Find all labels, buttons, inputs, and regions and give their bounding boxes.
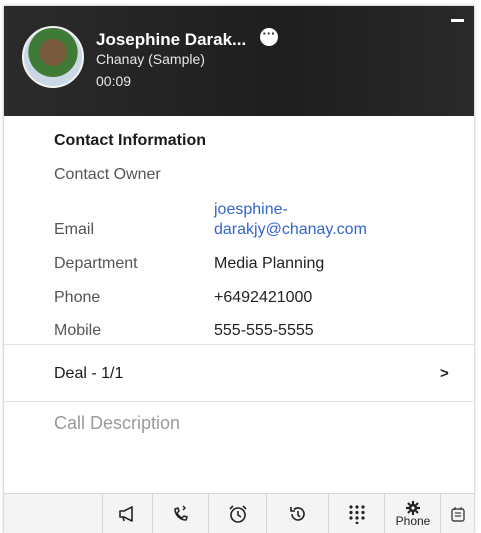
- dialpad-icon[interactable]: [328, 494, 385, 533]
- chevron-right-icon: >: [440, 365, 449, 382]
- deal-row[interactable]: Deal - 1/1 >: [4, 345, 474, 401]
- bottom-toolbar: Phone: [4, 493, 474, 533]
- mobile-label: Mobile: [54, 322, 102, 339]
- call-header: Josephine Darak... ··· Chanay (Sample) 0…: [4, 6, 474, 116]
- minimize-icon[interactable]: [451, 19, 464, 22]
- contact-avatar: [22, 26, 84, 88]
- alarm-clock-icon[interactable]: [208, 494, 267, 533]
- email-value-line-1: joesphine-: [214, 201, 288, 218]
- phone-label: Phone: [54, 289, 101, 306]
- section-title: Contact Information: [54, 132, 206, 149]
- gear-icon: [406, 501, 420, 515]
- phone-settings-button[interactable]: Phone: [384, 494, 441, 533]
- call-timer: 00:09: [96, 73, 132, 89]
- call-widget: Josephine Darak... ··· Chanay (Sample) 0…: [4, 6, 474, 533]
- call-description-input[interactable]: [54, 413, 434, 483]
- phone-value[interactable]: +6492421000: [214, 289, 312, 307]
- contact-name[interactable]: Josephine Darak...: [96, 30, 246, 50]
- more-horizontal-icon[interactable]: ···: [260, 27, 278, 46]
- phone-label: Phone: [395, 514, 431, 528]
- divider: [4, 401, 474, 402]
- megaphone-icon[interactable]: [102, 494, 153, 533]
- department-label: Department: [54, 255, 138, 272]
- company-name: Chanay (Sample): [96, 51, 205, 67]
- callback-icon[interactable]: [152, 494, 209, 533]
- email-value-line-2: darakjy@chanay.com: [214, 221, 367, 238]
- notes-icon[interactable]: [440, 494, 474, 533]
- mobile-value[interactable]: 555-555-5555: [214, 322, 314, 340]
- email-label: Email: [54, 221, 95, 238]
- history-icon[interactable]: [266, 494, 329, 533]
- deal-label: Deal - 1/1: [54, 365, 124, 382]
- contact-owner-label: Contact Owner: [54, 166, 161, 183]
- email-link[interactable]: joesphine- darakjy@chanay.com: [214, 200, 367, 240]
- department-value: Media Planning: [214, 255, 325, 272]
